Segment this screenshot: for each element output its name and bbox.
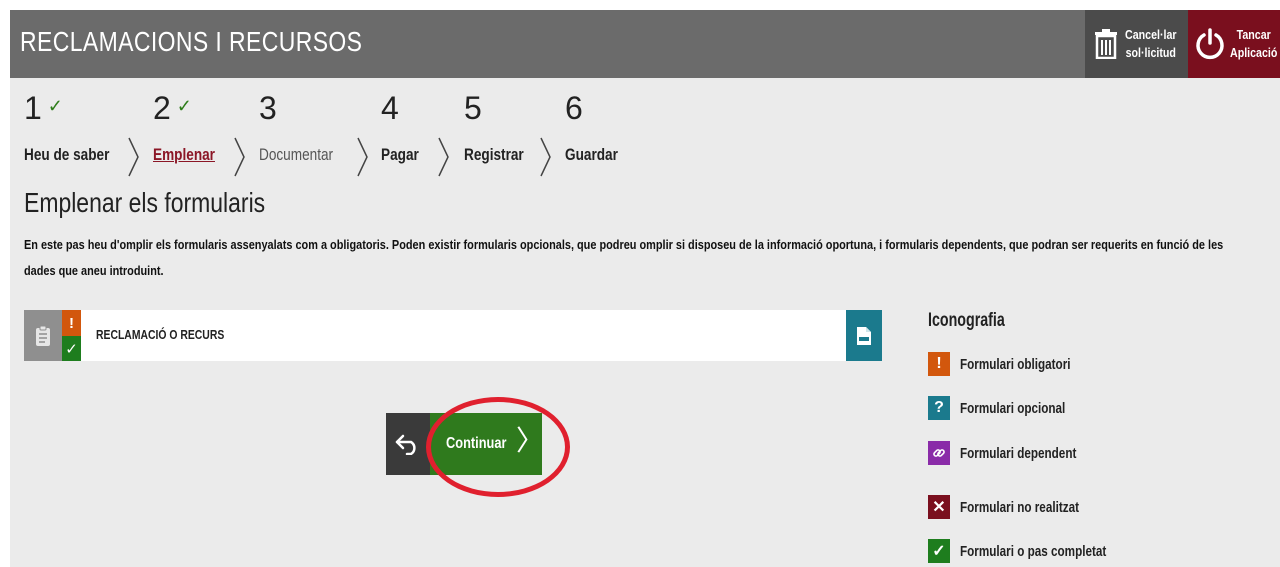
- close-application-label: Tancar Aplicació: [1230, 27, 1278, 60]
- step-pagar[interactable]: 4 Pagar: [381, 90, 419, 164]
- step-number: 3: [259, 90, 277, 126]
- undo-arrow-icon: [395, 434, 416, 455]
- power-icon: [1194, 25, 1226, 63]
- step-guardar[interactable]: 6 Guardar: [565, 90, 618, 164]
- trash-icon: [1091, 25, 1121, 63]
- check-icon: ✓: [928, 539, 950, 563]
- form-row[interactable]: ! ✓ RECLAMACIÓ O RECURS: [24, 310, 882, 361]
- step-label: Registrar: [464, 145, 524, 164]
- legend-item-mandatory: ! Formulari obligatori: [928, 352, 1102, 376]
- xml-file-icon[interactable]: [846, 310, 882, 361]
- legend-title: Iconografia: [928, 310, 1005, 331]
- chevron-right-icon: [234, 137, 245, 177]
- legend-item-optional: ? Formulari opcional: [928, 396, 1095, 420]
- mandatory-icon: !: [928, 352, 950, 376]
- cross-icon: ✕: [928, 495, 950, 519]
- step-label: Guardar: [565, 145, 618, 164]
- step-heu-de-saber[interactable]: 1 ✓ Heu de saber: [24, 90, 109, 164]
- step-number: 1: [24, 90, 42, 126]
- legend-item-not-done: ✕ Formulari no realitzat: [928, 495, 1113, 519]
- step-number: 6: [565, 90, 583, 126]
- legend-label: Formulari o pas completat: [960, 542, 1107, 560]
- step-documentar[interactable]: 3 Documentar: [259, 90, 333, 164]
- step-number: 2: [153, 90, 171, 126]
- cancel-request-label: Cancel·lar sol·licitud: [1125, 27, 1177, 60]
- link-icon: [928, 441, 950, 465]
- step-label: Documentar: [259, 145, 334, 164]
- mandatory-icon: !: [62, 310, 81, 336]
- close-application-button[interactable]: Tancar Aplicació: [1188, 10, 1280, 78]
- chevron-right-icon: [540, 137, 551, 177]
- step-registrar[interactable]: 5 Registrar: [464, 90, 524, 164]
- intro-text: En este pas heu d'omplir els formularis …: [24, 237, 1224, 278]
- app-title: RECLAMACIONS I RECURSOS: [20, 26, 363, 57]
- check-icon: ✓: [47, 96, 63, 116]
- page-title: Emplenar els formularis: [24, 187, 266, 218]
- cancel-request-button[interactable]: Cancel·lar sol·licitud: [1085, 10, 1188, 78]
- legend-label: Formulari opcional: [960, 399, 1066, 417]
- form-name[interactable]: RECLAMACIÓ O RECURS: [96, 327, 224, 342]
- chevron-right-icon: [357, 137, 368, 177]
- question-icon: ?: [928, 396, 950, 420]
- step-number: 5: [464, 90, 482, 126]
- wizard-steps: 1 ✓ Heu de saber 2 ✓ Emplenar 3 Documentar…: [24, 90, 924, 177]
- app-header: RECLAMACIONS I RECURSOS Cancel·lar sol·l…: [10, 10, 1280, 78]
- back-button[interactable]: [386, 413, 430, 475]
- chevron-right-icon: [128, 137, 139, 177]
- legend-label: Formulari dependent: [960, 444, 1077, 462]
- completed-icon: ✓: [62, 336, 81, 361]
- legend-label: Formulari no realitzat: [960, 498, 1079, 516]
- step-label: Pagar: [381, 145, 419, 164]
- step-number: 4: [381, 90, 399, 126]
- highlight-circle: [426, 397, 570, 497]
- step-label: Emplenar: [153, 145, 215, 164]
- step-emplenar[interactable]: 2 ✓ Emplenar: [153, 90, 215, 164]
- clipboard-icon: [24, 310, 62, 361]
- app-window: RECLAMACIONS I RECURSOS Cancel·lar sol·l…: [10, 10, 1280, 567]
- legend-label: Formulari obligatori: [960, 355, 1071, 373]
- check-icon: ✓: [176, 96, 192, 116]
- legend-item-completed: ✓ Formulari o pas completat: [928, 539, 1148, 563]
- chevron-right-icon: [438, 137, 449, 177]
- step-label: Heu de saber: [24, 145, 110, 164]
- legend-item-dependent: Formulari dependent: [928, 441, 1109, 465]
